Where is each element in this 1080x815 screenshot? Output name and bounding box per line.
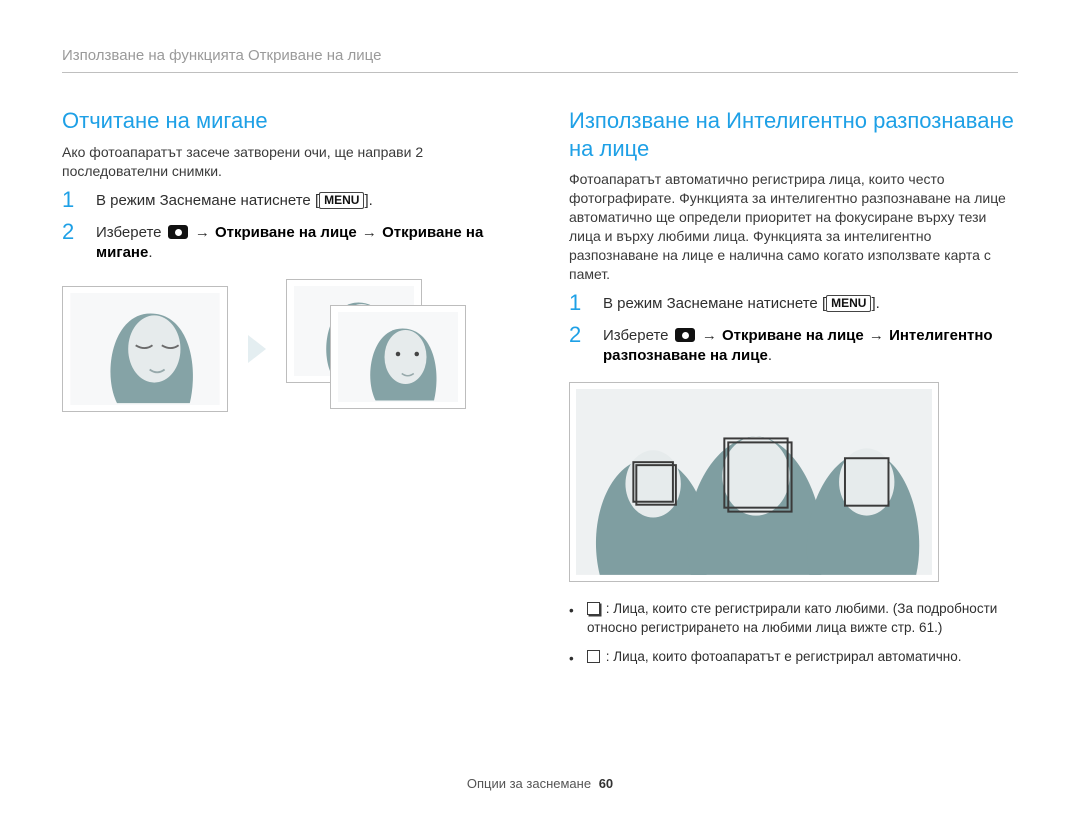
left-title: Отчитане на мигане [62,107,511,135]
right-title: Използване на Интелигентно разпознаване … [569,107,1018,162]
arrow-icon [248,335,266,363]
step-2: 2 Изберете → Откриване на лице → Открива… [62,223,511,264]
step-text: В режим Заснемане натиснете [MENU]. [96,191,511,211]
step-number: 2 [569,324,589,367]
step-pre: Изберете [603,327,673,344]
left-column: Отчитане на мигане Aко фотоапаратът засе… [62,107,511,679]
footer-section: Опции за заснемане [467,776,591,791]
footer-page: 60 [599,776,613,791]
right-steps: 1 В режим Заснемане натиснете [MENU]. 2 … [569,294,1018,367]
running-head: Използване на функцията Откриване на лиц… [62,46,1018,66]
arrow-icon: → [362,224,377,241]
right-intro: Фотоапаратът автоматично регистрира лица… [569,170,1018,283]
arrow-icon: → [702,327,717,344]
step-pre: Изберете [96,224,166,241]
right-column: Използване на Интелигентно разпознаване … [569,107,1018,679]
step-1: 1 В режим Заснемане натиснете [MENU]. [569,294,1018,314]
legend-bullets: • : Лица, които сте регистрирали като лю… [569,600,1018,669]
bullet-auto: • : Лица, които фотоапаратът е регистрир… [569,648,1018,669]
arrow-icon: → [195,224,210,241]
page-footer: Опции за заснемане 60 [0,775,1080,793]
step-number: 2 [62,221,82,264]
bullet-label: : Лица, които сте регистрирали като люби… [587,601,997,635]
arrow-icon: → [869,327,884,344]
menu-chip: MENU [826,295,871,312]
step-number: 1 [569,292,589,314]
camera-icon [168,225,188,239]
step-post: . [768,347,772,364]
step-post: . [369,192,373,209]
step-pre: В режим Заснемане натиснете [603,295,822,312]
step-number: 1 [62,189,82,211]
header-rule [62,72,1018,73]
photo-eyes-closed [62,286,228,412]
step-2: 2 Изберете → Откриване на лице → Интелиг… [569,326,1018,367]
step-bold: Откриване на лице [722,327,864,344]
bullet-text: : Лица, които сте регистрирали като люби… [587,600,1018,638]
bullet-text: : Лица, които фотоапаратът е регистрирал… [587,648,962,669]
bullet-label: : Лица, които фотоапаратът е регистрирал… [606,649,962,664]
photo-front [330,305,466,409]
bullet-dot: • [569,602,577,638]
menu-chip: MENU [319,192,364,209]
step-pre: В режим Заснемане натиснете [96,192,315,209]
double-square-icon [587,602,600,615]
photo-pair [286,279,466,419]
bullet-dot: • [569,650,577,669]
blink-illustration [62,279,511,419]
single-square-icon [587,650,600,663]
step-post: . [148,244,152,261]
bullet-favorite: • : Лица, които сте регистрирали като лю… [569,600,1018,638]
left-steps: 1 В режим Заснемане натиснете [MENU]. 2 … [62,191,511,264]
left-intro: Aко фотоапаратът засече затворени очи, щ… [62,143,511,181]
group-photo-frame [569,382,939,582]
step-text: Изберете → Откриване на лице → Откриване… [96,223,511,264]
step-text: Изберете → Откриване на лице → Интелиген… [603,326,1018,367]
step-1: 1 В режим Заснемане натиснете [MENU]. [62,191,511,211]
step-text: В режим Заснемане натиснете [MENU]. [603,294,1018,314]
step-post: . [876,295,880,312]
camera-icon [675,328,695,342]
step-bold: Откриване на лице [215,224,357,241]
